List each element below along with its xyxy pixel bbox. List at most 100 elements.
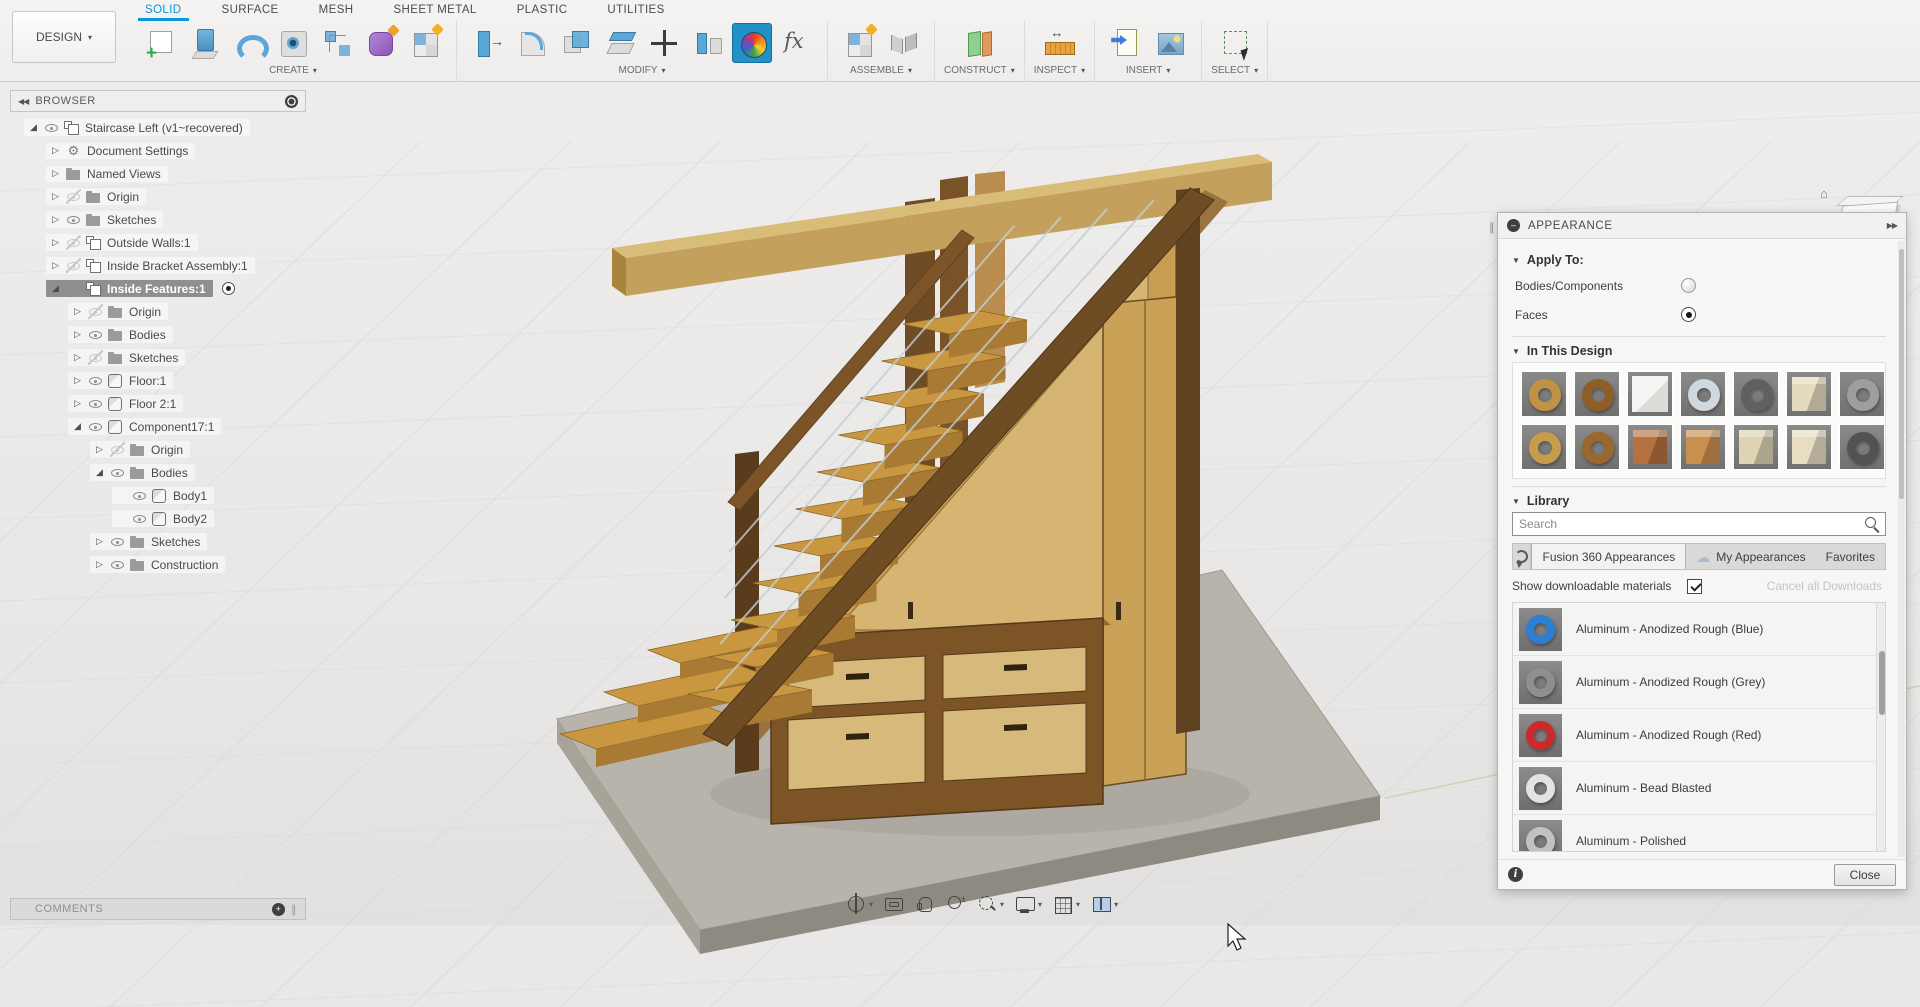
collapsed-icon[interactable]: ▷ <box>71 398 84 409</box>
create-form-icon[interactable] <box>361 23 401 63</box>
library-item[interactable]: Aluminum - Polished <box>1513 815 1885 851</box>
visibility-off-icon[interactable] <box>88 304 103 319</box>
collapsed-icon[interactable]: ▷ <box>93 559 106 570</box>
visibility-icon[interactable] <box>110 465 125 480</box>
align-icon[interactable] <box>688 23 728 63</box>
insert-svg-icon[interactable] <box>1106 23 1146 63</box>
collapsed-icon[interactable]: ▷ <box>49 214 62 225</box>
swatch-aluminum-grey-torus[interactable] <box>1839 371 1885 417</box>
collapse-panel-icon[interactable]: ◀◀ <box>18 97 29 106</box>
hole-icon[interactable] <box>273 23 313 63</box>
swatch-wood-cream-cube[interactable] <box>1733 424 1779 470</box>
tree-row[interactable]: ◢ Staircase Left (v1~recovered) <box>24 116 259 139</box>
visibility-icon[interactable] <box>110 557 125 572</box>
library-scrollbar[interactable] <box>1876 603 1885 851</box>
offset-face-icon[interactable] <box>600 23 640 63</box>
tree-row[interactable]: ▷ Construction <box>90 553 234 576</box>
browser-header[interactable]: ◀◀ BROWSER <box>10 90 306 112</box>
group-dropdown-inspect[interactable]: INSPECT ▾ <box>1034 65 1085 76</box>
construction-plane-icon[interactable] <box>959 23 999 63</box>
scrollbar-thumb[interactable] <box>1899 249 1904 499</box>
insert-canvas-icon[interactable] <box>1150 23 1190 63</box>
tab-sheet-metal[interactable]: SHEET METAL <box>390 2 479 19</box>
viewports-button[interactable]: ▾ <box>1091 894 1118 914</box>
collapsed-icon[interactable]: ▷ <box>49 260 62 271</box>
show-downloadable-checkbox[interactable] <box>1687 578 1703 594</box>
group-dropdown-assemble[interactable]: ASSEMBLE ▾ <box>850 65 912 76</box>
tree-row[interactable]: ▷ Floor:1 <box>68 369 182 392</box>
expanded-icon[interactable]: ◢ <box>27 122 40 133</box>
swatch-wood-cherry-cube[interactable] <box>1627 424 1673 470</box>
appearance-icon[interactable] <box>732 23 772 63</box>
group-dropdown-insert[interactable]: INSERT ▾ <box>1126 65 1171 76</box>
radio-selected[interactable] <box>1681 307 1696 322</box>
collapsed-icon[interactable]: ▷ <box>71 352 84 363</box>
library-heading[interactable]: ▼ Library <box>1512 494 1886 508</box>
cancel-downloads-button[interactable]: Cancel all Downloads <box>1767 579 1882 593</box>
measure-icon[interactable] <box>1039 23 1079 63</box>
visibility-icon[interactable] <box>132 511 147 526</box>
library-tab-fusion-360-appearances[interactable]: Fusion 360 Appearances <box>1531 544 1687 569</box>
tree-row[interactable]: Body2 <box>112 507 223 530</box>
pan-button[interactable] <box>915 894 935 914</box>
collapsed-icon[interactable]: ▷ <box>49 168 62 179</box>
group-dropdown-construct[interactable]: CONSTRUCT ▾ <box>944 65 1015 76</box>
swatch-wood-bronze-torus[interactable] <box>1574 424 1620 470</box>
visibility-icon[interactable] <box>88 396 103 411</box>
new-component-icon[interactable] <box>839 23 879 63</box>
library-item[interactable]: Aluminum - Anodized Rough (Blue) <box>1513 603 1885 656</box>
panel-menu-icon[interactable]: – <box>1507 219 1520 232</box>
revolve-icon[interactable] <box>229 23 269 63</box>
group-dropdown-create[interactable]: CREATE ▾ <box>269 65 317 76</box>
tree-row[interactable]: ▷ ⚙ Document Settings <box>46 139 204 162</box>
collapsed-icon[interactable]: ▷ <box>71 306 84 317</box>
collapsed-icon[interactable]: ▷ <box>49 191 62 202</box>
combine-icon[interactable] <box>556 23 596 63</box>
change-parameters-icon[interactable] <box>776 23 816 63</box>
library-tab-my-appearances[interactable]: ☁ My Appearances <box>1686 544 1815 569</box>
radio-unselected[interactable] <box>1681 278 1696 293</box>
visibility-off-icon[interactable] <box>66 258 81 273</box>
press-pull-icon[interactable] <box>468 23 508 63</box>
visibility-icon[interactable] <box>44 120 59 135</box>
dock-panel-icon[interactable]: ▶▶ <box>1887 221 1898 230</box>
swatch-paper-matte-white[interactable] <box>1627 371 1673 417</box>
visibility-off-icon[interactable] <box>110 442 125 457</box>
new-body-icon[interactable] <box>405 23 445 63</box>
group-dropdown-select[interactable]: SELECT ▾ <box>1211 65 1258 76</box>
activate-component-radio[interactable] <box>221 282 235 295</box>
tree-row[interactable]: ▷ Bodies <box>68 323 182 346</box>
collapsed-icon[interactable]: ▷ <box>49 145 62 156</box>
tree-row[interactable]: ▷ Origin <box>68 300 177 323</box>
search-input[interactable] <box>1512 512 1886 536</box>
in-this-design-heading[interactable]: ▼ In This Design <box>1512 344 1886 358</box>
refresh-library-button[interactable] <box>1513 544 1532 569</box>
visibility-icon[interactable] <box>88 373 103 388</box>
visibility-icon[interactable] <box>132 488 147 503</box>
panel-drag-handle-icon[interactable]: ∥ <box>1489 221 1495 234</box>
swatch-wood-ivory-cube[interactable] <box>1786 424 1832 470</box>
move-copy-icon[interactable] <box>644 23 684 63</box>
tab-plastic[interactable]: PLASTIC <box>514 2 571 19</box>
section-collapse-icon[interactable]: ▼ <box>1512 497 1520 506</box>
swatch-wood-gold-torus[interactable] <box>1521 424 1567 470</box>
tree-row[interactable]: ▷ Sketches <box>68 346 194 369</box>
tree-row[interactable]: ▷ Origin <box>90 438 199 461</box>
tab-surface[interactable]: SURFACE <box>219 2 282 19</box>
create-sketch-icon[interactable] <box>141 23 181 63</box>
extrude-icon[interactable] <box>185 23 225 63</box>
visibility-icon[interactable] <box>88 419 103 434</box>
collapsed-icon[interactable]: ▷ <box>93 536 106 547</box>
tree-row[interactable]: ▷ Named Views <box>46 162 177 185</box>
visibility-off-icon[interactable] <box>88 350 103 365</box>
tree-row[interactable]: ◢ Bodies <box>90 461 204 484</box>
look-at-button[interactable] <box>884 894 904 914</box>
display-settings-button[interactable]: ▾ <box>1015 894 1042 914</box>
section-collapse-icon[interactable]: ▼ <box>1512 347 1520 356</box>
tree-row[interactable]: ▷ Sketches <box>90 530 216 553</box>
collapsed-icon[interactable]: ▷ <box>49 237 62 248</box>
swatch-wood-ash-cube[interactable] <box>1786 371 1832 417</box>
browser-options-icon[interactable] <box>285 94 298 108</box>
apply-to-heading[interactable]: ▼ Apply To: <box>1512 253 1886 267</box>
drag-handle-icon[interactable]: ∥ <box>291 903 297 916</box>
